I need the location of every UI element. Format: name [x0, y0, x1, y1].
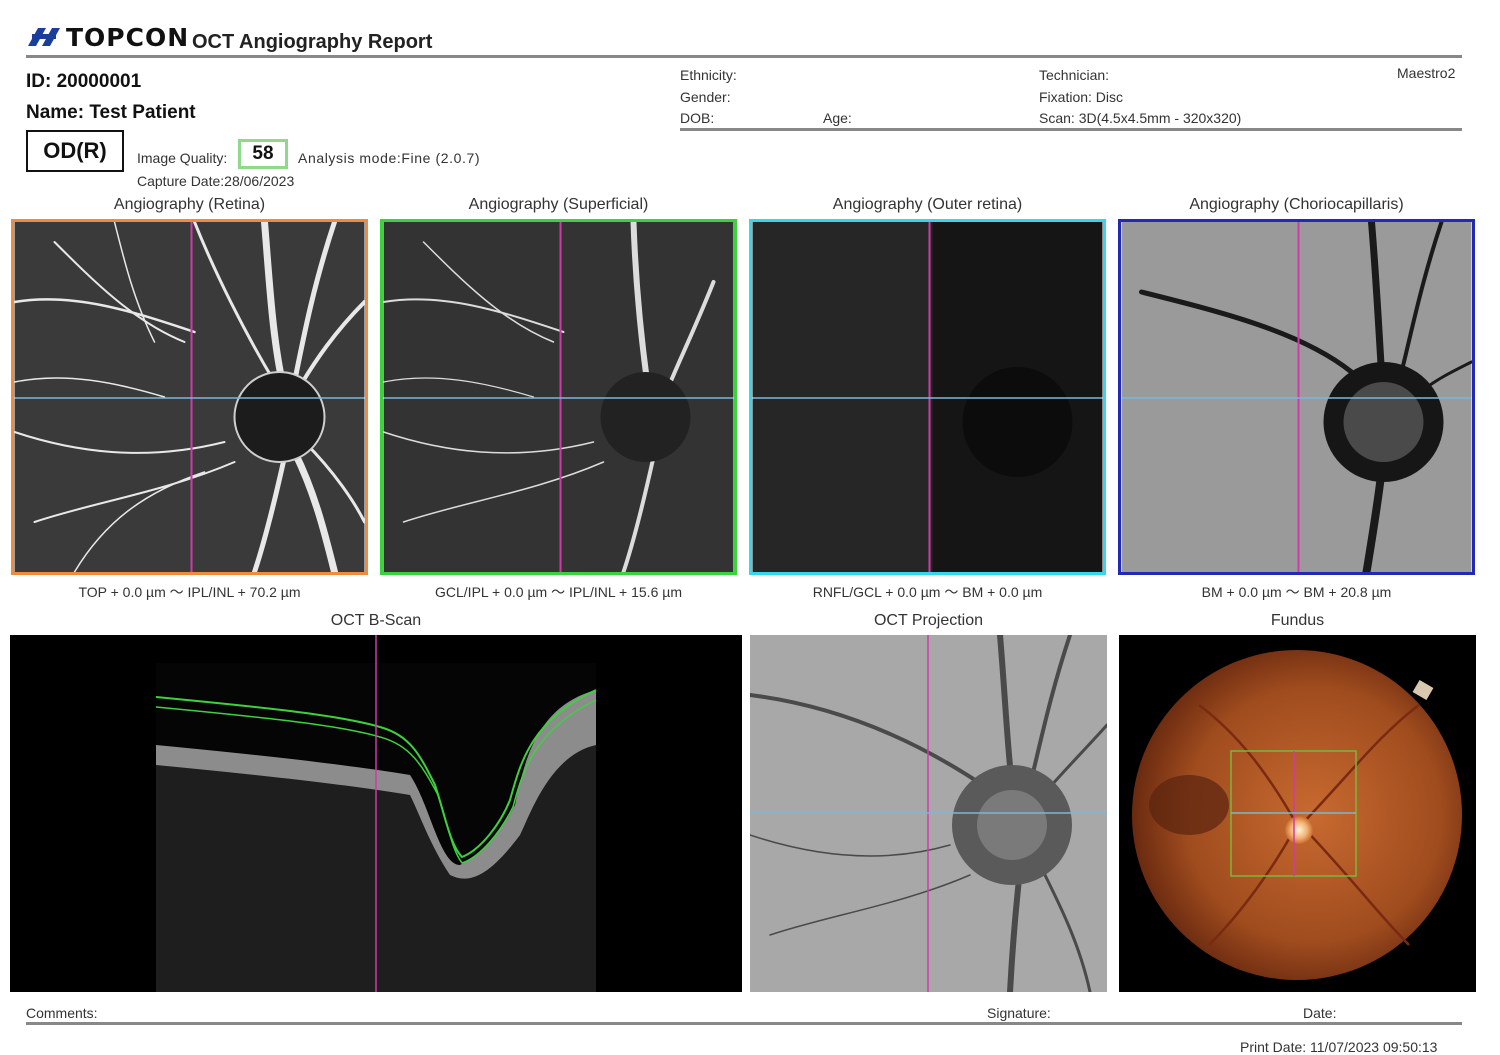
angio-outer-retina-graphic: [752, 222, 1103, 572]
header-divider: [26, 55, 1462, 58]
image-quality-label: Image Quality:: [137, 150, 228, 166]
angio-superficial-graphic: [383, 222, 734, 572]
patient-id: ID: 20000001: [26, 71, 142, 92]
bscan-image[interactable]: [10, 635, 742, 992]
angio-retina-range: TOP + 0.0 µm ～ IPL/INL + 70.2 µm: [78, 584, 301, 600]
projection-graphic: [750, 635, 1107, 992]
age-label: Age:: [823, 110, 852, 126]
angio-choriocapillaris-image[interactable]: [1118, 219, 1475, 575]
print-date: Print Date: 11/07/2023 09:50:13: [1240, 1039, 1438, 1055]
bscan-graphic: [10, 635, 742, 992]
angio-superficial-image[interactable]: [380, 219, 737, 575]
fundus-image[interactable]: [1119, 635, 1476, 992]
projection-title: OCT Projection: [873, 612, 984, 629]
angio-choriocapillaris-title: Angiography (Choriocapillaris): [1189, 196, 1404, 213]
angio-choriocapillaris-graphic: [1121, 222, 1472, 572]
dob-label: DOB:: [680, 110, 715, 126]
ethnicity-label: Ethnicity:: [680, 67, 737, 83]
angio-superficial-range: GCL/IPL + 0.0 µm ～ IPL/INL + 15.6 µm: [435, 584, 682, 600]
angio-outer-retina-range: RNFL/GCL + 0.0 µm ～ BM + 0.0 µm: [812, 584, 1043, 600]
angio-retina-title: Angiography (Retina): [113, 196, 266, 213]
meta-divider: [680, 128, 1462, 131]
patient-name: Name: Test Patient: [26, 102, 196, 123]
analysis-mode: Analysis mode:Fine (2.0.7): [298, 150, 481, 166]
date-label: Date:: [1303, 1005, 1337, 1021]
topcon-logo-icon: [28, 28, 60, 46]
angio-retina-graphic: [14, 222, 365, 572]
eye-indicator: OD(R): [26, 130, 124, 172]
scan-label: Scan: 3D(4.5x4.5mm - 320x320): [1039, 110, 1242, 126]
signature-label: Signature:: [987, 1005, 1051, 1021]
comments-label: Comments:: [26, 1005, 98, 1021]
fundus-title: Fundus: [1270, 612, 1325, 629]
capture-date: Capture Date:28/06/2023: [137, 173, 295, 189]
brand-name: TOPCON: [66, 22, 190, 52]
device-name: Maestro2: [1397, 65, 1456, 81]
fixation-label: Fixation: Disc: [1039, 89, 1124, 105]
fundus-graphic: [1119, 635, 1476, 992]
footer-divider: [26, 1022, 1462, 1025]
angio-choriocapillaris-range: BM + 0.0 µm ～ BM + 20.8 µm: [1201, 584, 1392, 600]
report-title: OCT Angiography Report: [192, 31, 433, 53]
bscan-title: OCT B-Scan: [330, 612, 422, 629]
topcon-logo: TOPCON: [26, 22, 189, 52]
gender-label: Gender:: [680, 89, 731, 105]
projection-image[interactable]: [750, 635, 1107, 992]
technician-label: Technician:: [1039, 67, 1110, 83]
angio-superficial-title: Angiography (Superficial): [468, 196, 649, 213]
angio-outer-retina-image[interactable]: [749, 219, 1106, 575]
angio-retina-image[interactable]: [11, 219, 368, 575]
angio-outer-retina-title: Angiography (Outer retina): [832, 196, 1023, 213]
image-quality-value: 58: [238, 139, 288, 169]
